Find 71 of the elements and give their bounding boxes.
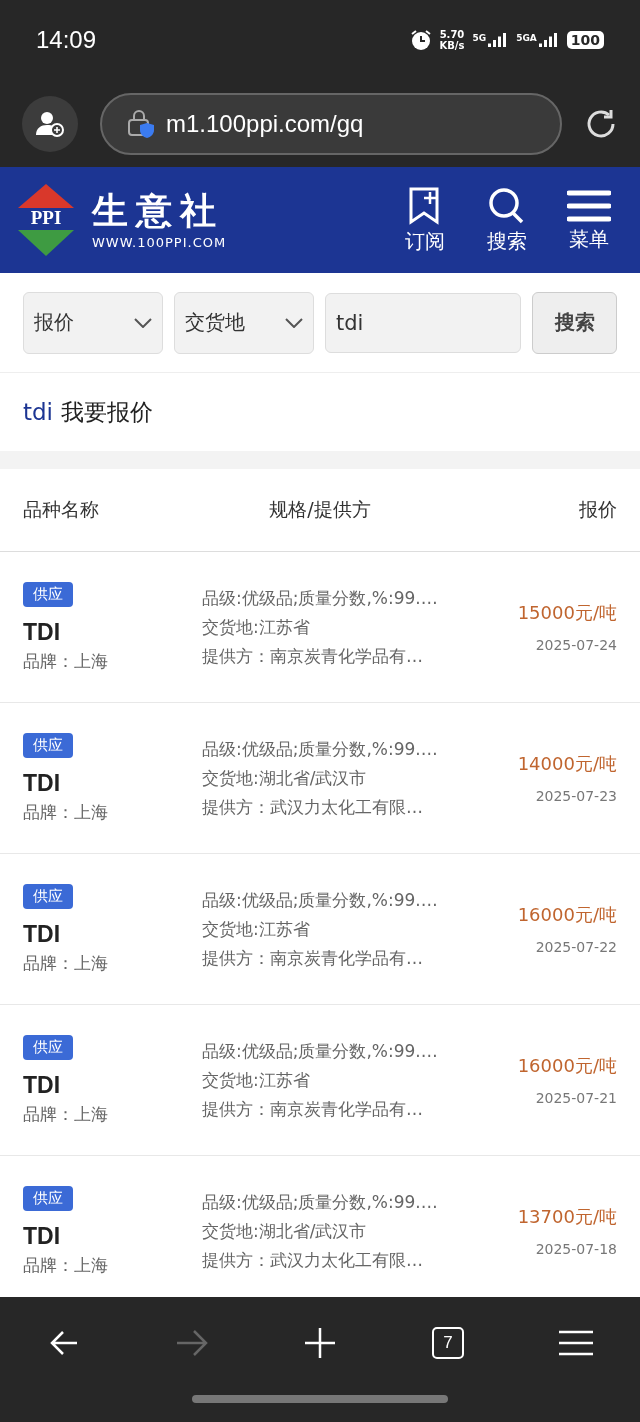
signal-icon [538, 33, 559, 47]
brand-text: 品牌：上海 [23, 800, 108, 824]
place-dropdown[interactable]: 交货地 [174, 291, 314, 354]
product-name[interactable]: TDI [23, 1071, 61, 1099]
clock-time: 14:09 [36, 26, 97, 54]
delivery-place: 交货地:江苏省 [202, 615, 311, 639]
spec-text: 品级:优级品;质量分数,%:99.… [202, 1190, 439, 1214]
supplier-text: 提供方：武汉力太化工有限… [202, 1248, 424, 1272]
spec-text: 品级:优级品;质量分数,%:99.… [202, 586, 439, 610]
network-speed: 5.70 KB/s [439, 29, 465, 51]
alarm-icon [409, 29, 432, 51]
supplier-text: 提供方：武汉力太化工有限… [202, 795, 424, 819]
supply-tag: 供应 [23, 732, 73, 758]
price: 13700元/吨 [517, 1205, 617, 1229]
price: 15000元/吨 [517, 601, 617, 625]
logo-text: PPI [18, 208, 74, 228]
type-dropdown[interactable]: 报价 [23, 291, 163, 354]
lock-shield-icon [126, 108, 156, 139]
date: 2025-07-23 [535, 788, 617, 804]
battery-level: 100 [566, 31, 604, 49]
product-name[interactable]: TDI [23, 769, 61, 797]
site-address: WWW.100PPI.COM [92, 234, 227, 250]
search-button[interactable]: 搜索 [474, 185, 540, 255]
user-add-icon [36, 110, 64, 137]
supplier-text: 提供方：南京炭青化学品有… [202, 946, 424, 970]
delivery-place: 交货地:湖北省/武汉市 [202, 1219, 368, 1243]
supplier-text: 提供方：南京炭青化学品有… [202, 1097, 424, 1121]
signal-icon [488, 33, 509, 47]
column-header: 规格/提供方 [268, 497, 372, 522]
delivery-place: 交货地:江苏省 [202, 917, 311, 941]
supply-tag: 供应 [23, 883, 73, 909]
date: 2025-07-22 [535, 939, 617, 955]
search-button[interactable]: 搜索 [532, 291, 617, 354]
delivery-place: 交货地:江苏省 [202, 1068, 311, 1092]
date: 2025-07-21 [535, 1090, 617, 1106]
price: 14000元/吨 [517, 752, 617, 776]
supply-tag: 供应 [23, 1185, 73, 1211]
menu-button[interactable]: 菜单 [556, 187, 622, 253]
date: 2025-07-18 [535, 1241, 617, 1257]
brand-text: 品牌：上海 [23, 1102, 108, 1126]
supply-tag: 供应 [23, 581, 73, 607]
address-bar[interactable]: m1.100ppi.com/gq [100, 92, 562, 155]
search-field[interactable]: tdi [325, 292, 521, 353]
spec-text: 品级:优级品;质量分数,%:99.… [202, 1039, 439, 1063]
tab-count: 7 [432, 1327, 464, 1359]
product-name[interactable]: TDI [23, 618, 61, 646]
subscribe-button[interactable]: 订阅 [392, 185, 458, 255]
supplier-text: 提供方：南京炭青化学品有… [202, 644, 424, 668]
delivery-place: 交货地:湖北省/武汉市 [202, 766, 368, 790]
brand-text: 品牌：上海 [23, 951, 108, 975]
spec-text: 品级:优级品;质量分数,%:99.… [202, 888, 439, 912]
brand-text: 品牌：上海 [23, 649, 108, 673]
page-title: 我要报价 [61, 397, 153, 427]
brand-text: 品牌：上海 [23, 1253, 108, 1277]
chevron-down-icon [285, 317, 303, 328]
price: 16000元/吨 [517, 903, 617, 927]
product-name[interactable]: TDI [23, 920, 61, 948]
date: 2025-07-24 [535, 637, 617, 653]
supply-tag: 供应 [23, 1034, 73, 1060]
column-header: 品种名称 [23, 497, 100, 522]
chevron-down-icon [134, 317, 152, 328]
search-icon [488, 185, 526, 226]
search-keyword: tdi [23, 399, 53, 425]
column-header: 报价 [578, 497, 617, 522]
spec-text: 品级:优级品;质量分数,%:99.… [202, 737, 439, 761]
price: 16000元/吨 [517, 1054, 617, 1078]
product-name[interactable]: TDI [23, 1222, 61, 1250]
network-type: 5G [472, 33, 487, 43]
network-type: 5GA [516, 33, 537, 43]
tabs-button[interactable]: 7 [418, 1318, 478, 1368]
brand-name: 生意社 [92, 190, 225, 231]
